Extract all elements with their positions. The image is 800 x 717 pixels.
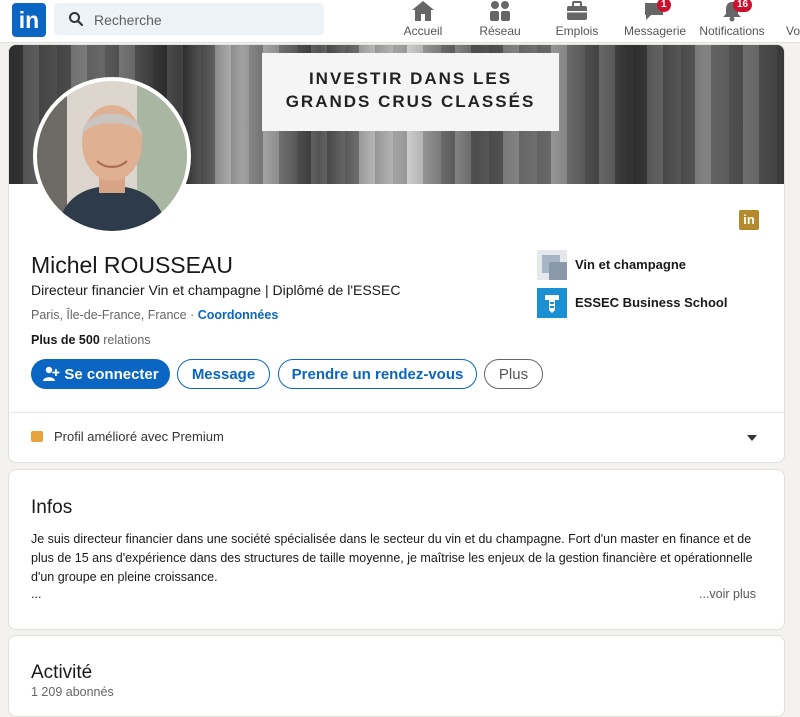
- nav-messaging[interactable]: 1 Messagerie: [624, 0, 687, 42]
- profile-name: Michel ROUSSEAU: [31, 252, 233, 278]
- nav-me-label: Vo: [786, 24, 800, 38]
- nav-jobs-label: Emplois: [555, 24, 599, 38]
- search-icon: [69, 12, 84, 27]
- nav-network-label: Réseau: [479, 24, 521, 38]
- home-icon: [412, 1, 434, 21]
- avatar[interactable]: [33, 77, 191, 235]
- contact-info-link[interactable]: Coordonnées: [198, 308, 279, 322]
- appointment-button-label: Prendre un rendez-vous: [291, 365, 464, 383]
- search-box[interactable]: [54, 3, 324, 37]
- chevron-down-icon[interactable]: [747, 435, 757, 441]
- profile-headline: Directeur financier Vin et champagne | D…: [31, 282, 401, 298]
- nav-home-label: Accueil: [403, 24, 443, 38]
- profile-location: Paris, Île-de-France, France · Coordonné…: [31, 308, 278, 322]
- followers-count[interactable]: 1 209 abonnés: [31, 685, 114, 699]
- location-text: Paris, Île-de-France, France ·: [31, 308, 198, 322]
- profile-relations[interactable]: Plus de 500 relations: [31, 333, 151, 347]
- divider: [9, 412, 784, 413]
- banner-text: INVESTIR DANS LES GRANDS CRUS CLASSÉS: [285, 69, 536, 111]
- school-name: ESSEC Business School: [575, 295, 728, 310]
- linkedin-premium-icon: in: [739, 210, 759, 230]
- nav-home[interactable]: Accueil: [398, 0, 448, 42]
- banner-text-box: INVESTIR DANS LES GRANDS CRUS CLASSÉS: [262, 53, 559, 131]
- messaging-badge: 1: [657, 0, 671, 12]
- company-name: Vin et champagne: [575, 257, 687, 272]
- nav-me[interactable]: Vo: [786, 0, 800, 42]
- activity-card: Activité 1 209 abonnés: [8, 635, 785, 717]
- search-input[interactable]: [92, 3, 316, 37]
- appointment-button[interactable]: Prendre un rendez-vous: [278, 359, 477, 389]
- company-logo-icon: [537, 250, 567, 280]
- nav-notifications[interactable]: 16 Notifications: [697, 0, 767, 42]
- briefcase-icon: [567, 1, 587, 20]
- nav-messaging-label: Messagerie: [624, 24, 687, 38]
- about-card: Infos Je suis directeur financier dans u…: [8, 469, 785, 630]
- profile-photo: [37, 81, 187, 231]
- premium-icon: [31, 431, 43, 442]
- more-button-label: Plus: [498, 365, 529, 383]
- message-button[interactable]: Message: [177, 359, 270, 389]
- nav-jobs[interactable]: Emplois: [552, 0, 602, 42]
- relations-count: Plus de 500: [31, 333, 100, 347]
- premium-banner[interactable]: Profil amélioré avec Premium: [54, 429, 224, 444]
- about-title: Infos: [31, 497, 73, 518]
- message-button-label: Message: [191, 365, 256, 383]
- notifications-badge: 16: [733, 0, 753, 12]
- network-icon: [490, 1, 510, 21]
- about-text: Je suis directeur financier dans une soc…: [31, 532, 753, 584]
- top-nav: in Accueil Réseau Emplois 1 Mes: [0, 0, 800, 43]
- activity-title: Activité: [31, 662, 93, 683]
- see-more-link[interactable]: ...voir plus: [699, 587, 756, 601]
- add-user-icon: [43, 366, 60, 381]
- connect-button[interactable]: Se connecter: [31, 359, 170, 389]
- more-button[interactable]: Plus: [484, 359, 543, 389]
- nav-notifications-label: Notifications: [699, 24, 765, 38]
- relations-label: relations: [99, 333, 151, 347]
- profile-card: INVESTIR DANS LES GRANDS CRUS CLASSÉS in…: [8, 44, 785, 463]
- linkedin-logo-icon[interactable]: in: [12, 3, 46, 37]
- about-ellipsis: ...: [31, 587, 42, 601]
- nav-network[interactable]: Réseau: [475, 0, 525, 42]
- connect-button-label: Se connecter: [64, 365, 159, 383]
- school-logo-icon: [537, 288, 567, 318]
